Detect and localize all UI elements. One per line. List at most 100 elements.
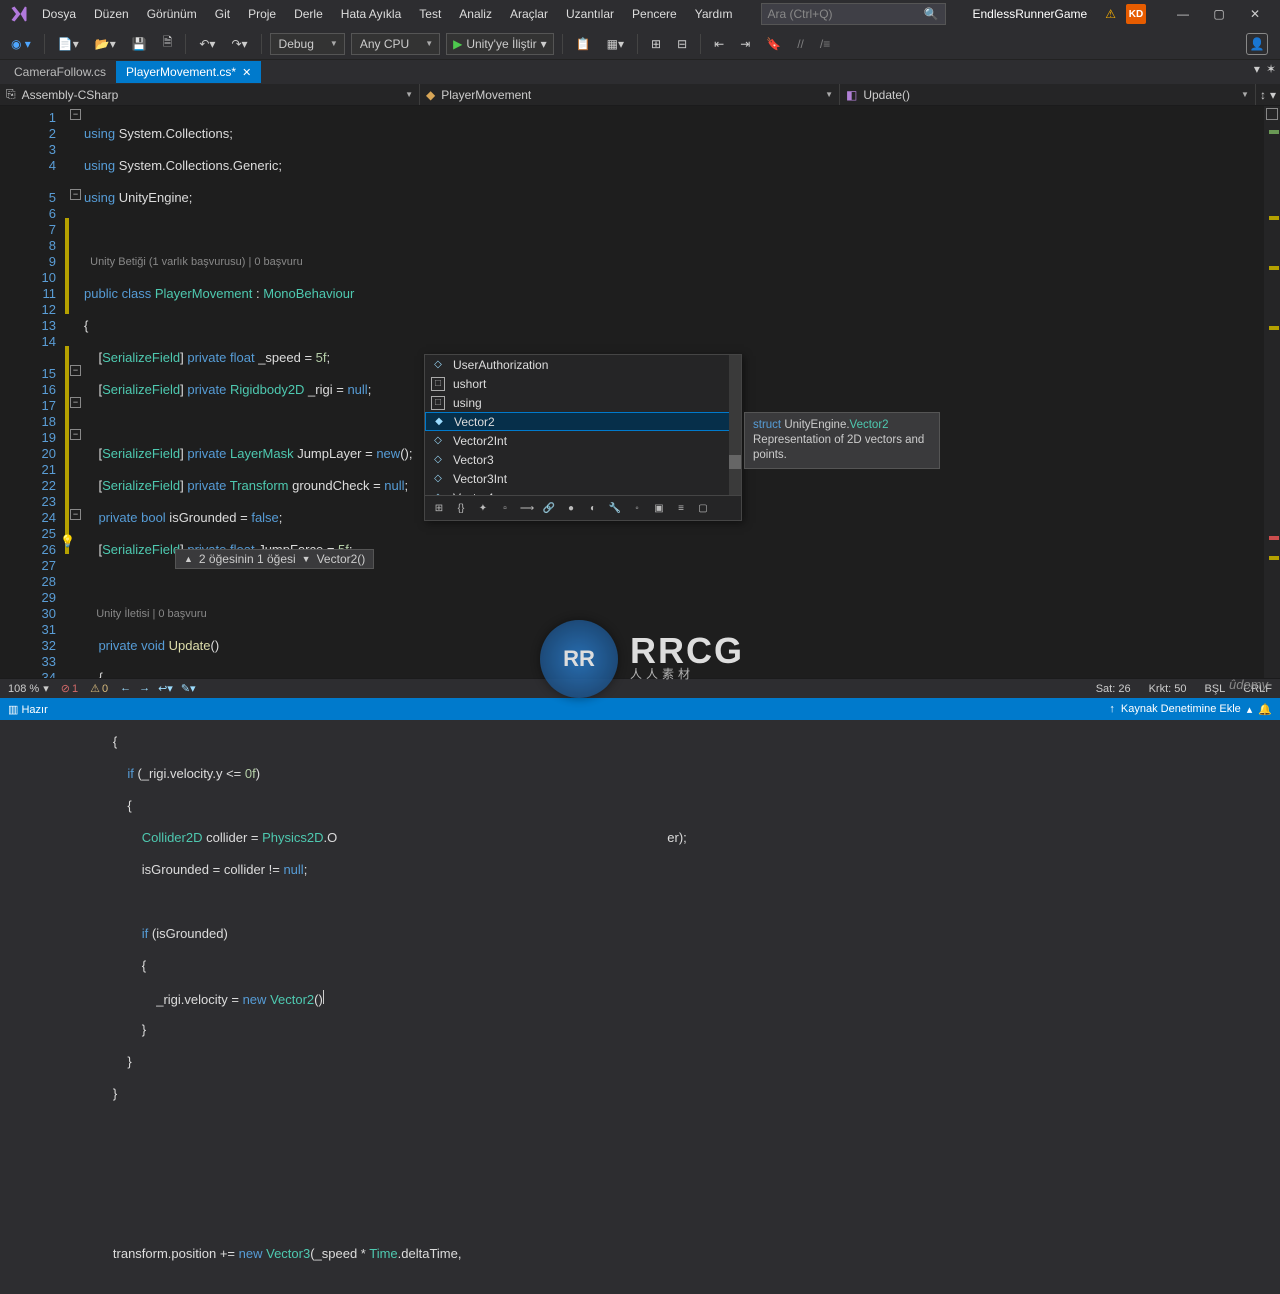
lightbulb-icon[interactable]: 💡 [60,534,75,548]
tab-settings-icon[interactable]: ✶ [1266,62,1276,76]
intel-item[interactable]: ◇Vector2Int [425,431,741,450]
intel-item[interactable]: ◇Vector4 [425,488,741,495]
nav-bar: ⎘ Assembly-CSharp▼ ◆ PlayerMovement▼ ◧ U… [0,84,1280,106]
platform-dropdown[interactable]: Any CPU▼ [351,33,440,55]
new-item-button[interactable]: 📄▾ [53,34,84,54]
nav-more-icon[interactable]: ▾ [1270,88,1276,102]
tab-playermovement[interactable]: PlayerMovement.cs*✕ [116,61,261,83]
close-button[interactable]: ✕ [1238,2,1272,26]
menu-analyze[interactable]: Analiz [451,3,500,25]
intel-item-selected[interactable]: ◆Vector2 [425,412,741,431]
vs-logo-icon [10,5,28,23]
filter-icon[interactable]: ▫ [497,500,513,516]
filter-icon[interactable]: ▢ [695,500,711,516]
nav-back-icon[interactable]: ← [120,682,131,695]
intellisense-scrollbar[interactable] [729,355,741,495]
tb-icon-1[interactable]: 📋 [571,34,596,54]
tb-bookmark[interactable]: 🔖 [761,34,786,54]
menu-project[interactable]: Proje [240,3,284,25]
intellisense-list[interactable]: ◇UserAuthorization □ushort □using ◆Vecto… [425,355,741,495]
menu-help[interactable]: Yardım [687,3,741,25]
source-control-button[interactable]: ↑Kaynak Denetimine Ekle▴ 🔔 [1109,703,1272,716]
tab-dropdown-icon[interactable]: ▾ [1254,62,1260,76]
open-button[interactable]: 📂▾ [90,34,121,54]
nav-last-icon[interactable]: ↩▾ [158,682,173,695]
tb-icon-4[interactable]: ⊟ [672,34,692,54]
menu-window[interactable]: Pencere [624,3,685,25]
search-placeholder: Ara (Ctrl+Q) [768,7,833,21]
maximize-button[interactable]: ▢ [1202,2,1236,26]
intellisense-tooltip: struct UnityEngine.Vector2 Representatio… [744,412,940,469]
filter-icon[interactable]: ⟶ [519,500,535,516]
search-box[interactable]: Ara (Ctrl+Q) 🔍 [761,3,946,25]
menu-extensions[interactable]: Uzantılar [558,3,622,25]
menu-build[interactable]: Derle [286,3,331,25]
intel-item[interactable]: □ushort [425,374,741,393]
run-button[interactable]: ▶Unity'ye İliştir▾ [446,33,554,55]
menu-test[interactable]: Test [411,3,449,25]
class-icon: ◆ [426,88,435,102]
tb-indent-out[interactable]: ⇤ [709,34,729,54]
nav-fwd-icon[interactable]: → [139,682,150,695]
csharp-icon: ⎘ [6,87,16,102]
tb-comment[interactable]: // [792,34,809,54]
nav-member[interactable]: ◧ Update()▼ [840,84,1256,105]
filter-icon[interactable]: ▣ [651,500,667,516]
udemy-watermark: ûdemy [1229,677,1268,692]
zoom-control[interactable]: 108 %▾ [8,682,49,695]
intel-item[interactable]: ◇UserAuthorization [425,355,741,374]
filter-icon[interactable]: ◐ [585,500,601,516]
title-bar: Dosya Düzen Görünüm Git Proje Derle Hata… [0,0,1280,28]
menu-view[interactable]: Görünüm [139,3,205,25]
menu-git[interactable]: Git [207,3,238,25]
intel-item[interactable]: □using [425,393,741,412]
intellisense-filter-bar: ⊞ {} ✦ ▫ ⟶ 🔗 ● ◐ 🔧 ◦ ▣ ≡ ▢ [425,495,741,520]
status-line: Sat: 26 [1096,683,1131,695]
intel-item[interactable]: ◇Vector3Int [425,469,741,488]
notifications-icon[interactable]: 🔔 [1258,703,1272,716]
account-avatar[interactable]: KD [1126,4,1146,24]
intel-item[interactable]: ◇Vector3 [425,450,741,469]
undo-button[interactable]: ↶▾ [194,34,220,54]
signature-help: ▲ 2 öğesinin 1 öğesi ▼ Vector2() [175,549,374,569]
line-gutter: 1234 567891011121314 1516171819202122232… [0,106,64,678]
redo-button[interactable]: ↷▾ [226,34,252,54]
back-nav-button[interactable]: ◉ ▾ [6,34,36,54]
filter-icon[interactable]: ● [563,500,579,516]
menu-tools[interactable]: Araçlar [502,3,556,25]
filter-icon[interactable]: 🔗 [541,500,557,516]
save-all-button[interactable]: 🗎 [158,30,178,57]
tab-camerafollow[interactable]: CameraFollow.cs [4,61,116,83]
config-dropdown[interactable]: Debug▼ [270,33,345,55]
nav-pen-icon[interactable]: ✎▾ [181,682,196,695]
filter-icon[interactable]: ✦ [475,500,491,516]
nav-class[interactable]: ◆ PlayerMovement▼ [420,84,840,105]
filter-icon[interactable]: ≡ [673,500,689,516]
nav-assembly[interactable]: ⎘ Assembly-CSharp▼ [0,84,420,105]
minimize-button[interactable]: — [1166,2,1200,26]
sig-next-icon[interactable]: ▼ [302,554,311,564]
tb-uncomment[interactable]: /≡ [815,34,835,54]
save-button[interactable]: 💾 [127,34,152,54]
filter-icon[interactable]: 🔧 [607,500,623,516]
tb-icon-2[interactable]: ▦▾ [602,34,629,54]
filter-icon[interactable]: {} [453,500,469,516]
solution-name: EndlessRunnerGame [955,7,1106,21]
live-share-icon[interactable]: 👤 [1246,33,1268,55]
warning-icon[interactable]: ⚠ [1105,7,1116,21]
intellisense-popup[interactable]: ◇UserAuthorization □ushort □using ◆Vecto… [424,354,742,521]
overview-ruler[interactable] [1264,106,1280,678]
menu-debug[interactable]: Hata Ayıkla [333,3,409,25]
filter-icon[interactable]: ⊞ [431,500,447,516]
tb-indent-in[interactable]: ⇥ [735,34,755,54]
sig-prev-icon[interactable]: ▲ [184,554,193,564]
filter-icon[interactable]: ◦ [629,500,645,516]
app-status-bar: ▥ Hazır ↑Kaynak Denetimine Ekle▴ 🔔 [0,698,1280,720]
error-count[interactable]: ⊘1 [61,682,78,695]
menu-edit[interactable]: Düzen [86,3,137,25]
close-tab-icon[interactable]: ✕ [242,66,251,79]
warning-count[interactable]: ⚠0 [90,682,108,695]
menu-file[interactable]: Dosya [34,3,84,25]
nav-split-icon[interactable]: ↕ [1260,88,1266,102]
tb-icon-3[interactable]: ⊞ [646,34,666,54]
